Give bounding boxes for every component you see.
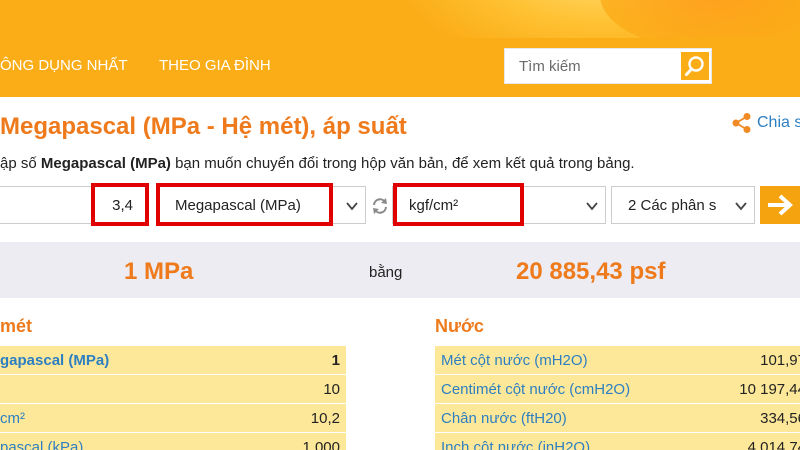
result-equals: bằng [369,264,403,281]
unit-link[interactable]: Chân nước (ftH20) [441,410,567,427]
nav-item-most-used[interactable]: ÔNG DỤNG NHẤT [0,57,128,74]
result-to: 20 885,43 psf [516,258,666,285]
chevron-down-icon [735,202,747,211]
water-table: Mét cột nước (mH2O) 101,97 Centimét cột … [435,346,800,450]
table-row: gapascal (MPa) 1 [0,346,346,374]
chevron-down-icon [586,202,598,211]
unit-value: 10 [323,381,340,398]
unit-link[interactable]: Inch cột nước (inH2O) [441,439,590,450]
search-button[interactable] [681,52,709,80]
nav-item-by-family[interactable]: THEO GIA ĐÌNH [159,57,271,74]
instruction-text: ập số Megapascal (MPa) bạn muốn chuyển đ… [0,155,635,172]
unit-link[interactable]: pascal (kPa) [0,439,83,450]
unit-value: 1 000 [302,439,340,450]
table-row: Chân nước (ftH20) 334,56 [435,404,800,432]
table-row: Centimét cột nước (cmH2O) 10 197,44 [435,375,800,403]
unit-value: 1 [331,352,340,369]
instruction-prefix: ập số [0,155,41,172]
instruction-unit: Megapascal (MPa) [40,155,171,172]
unit-value: 334,56 [760,410,800,427]
page-title: Megapascal (MPa - Hệ mét), áp suất [0,113,407,140]
table-row: 10 [0,375,346,403]
arrow-right-icon [768,194,793,216]
result-banner: 1 MPa bằng 20 885,43 psf [0,242,800,298]
precision-value: 2 Các phân s [628,197,717,214]
table-row: pascal (kPa) 1 000 [0,433,346,450]
site-header: ÔNG DỤNG NHẤT THEO GIA ĐÌNH [0,0,800,97]
precision-select[interactable]: 2 Các phân s [611,186,755,224]
table-row: Inch cột nước (inH2O) 4 014,74 [435,433,800,450]
highlight-box-to-unit [393,183,524,226]
share-icon [732,113,751,133]
section-title-metric: mét [0,316,33,336]
unit-link[interactable]: gapascal (MPa) [0,352,109,369]
unit-link[interactable]: Centimét cột nước (cmH2O) [441,381,630,398]
highlight-box-value [91,183,149,226]
unit-value: 4 014,74 [747,439,800,450]
highlight-box-from-unit [156,183,333,226]
search-icon [685,56,704,76]
metric-table: gapascal (MPa) 1 10 cm² 10,2 pascal (kPa… [0,346,346,450]
swap-units-button[interactable] [370,196,390,216]
unit-link[interactable]: cm² [0,410,25,427]
share-label: Chia s [757,114,800,131]
convert-button[interactable] [760,186,800,224]
search-input[interactable] [505,49,681,83]
section-title-water: Nước [435,316,484,336]
table-row: Mét cột nước (mH2O) 101,97 [435,346,800,374]
swap-icon [373,198,387,214]
result-from: 1 MPa [124,258,194,285]
unit-link[interactable]: Mét cột nước (mH2O) [441,352,588,369]
unit-value: 101,97 [760,352,800,369]
instruction-suffix: bạn muốn chuyển đổi trong hộp văn bản, đ… [170,155,635,172]
search-box [504,48,712,84]
unit-value: 10 197,44 [739,381,800,398]
unit-value: 10,2 [310,410,340,427]
table-row: cm² 10,2 [0,404,346,432]
chevron-down-icon [346,202,358,211]
